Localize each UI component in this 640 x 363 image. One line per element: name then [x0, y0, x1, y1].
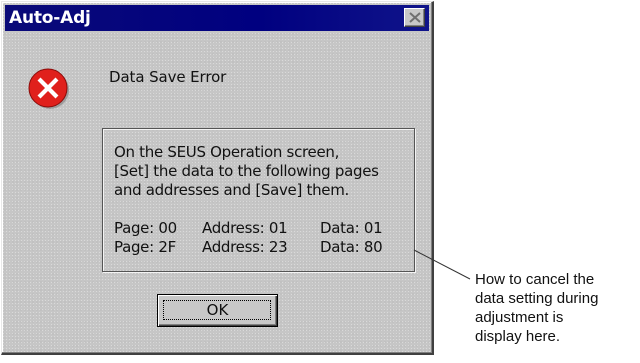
annotation-text: How to cancel the data setting during ad… [475, 270, 640, 346]
annotation-line: How to cancel the [475, 271, 595, 288]
figure: Auto-Adj Data Save Error On the SEUS Ope… [0, 0, 640, 363]
annotation-line: data setting during [475, 290, 599, 307]
annotation-line: display here. [475, 328, 561, 345]
annotation-line: adjustment is [475, 309, 564, 326]
